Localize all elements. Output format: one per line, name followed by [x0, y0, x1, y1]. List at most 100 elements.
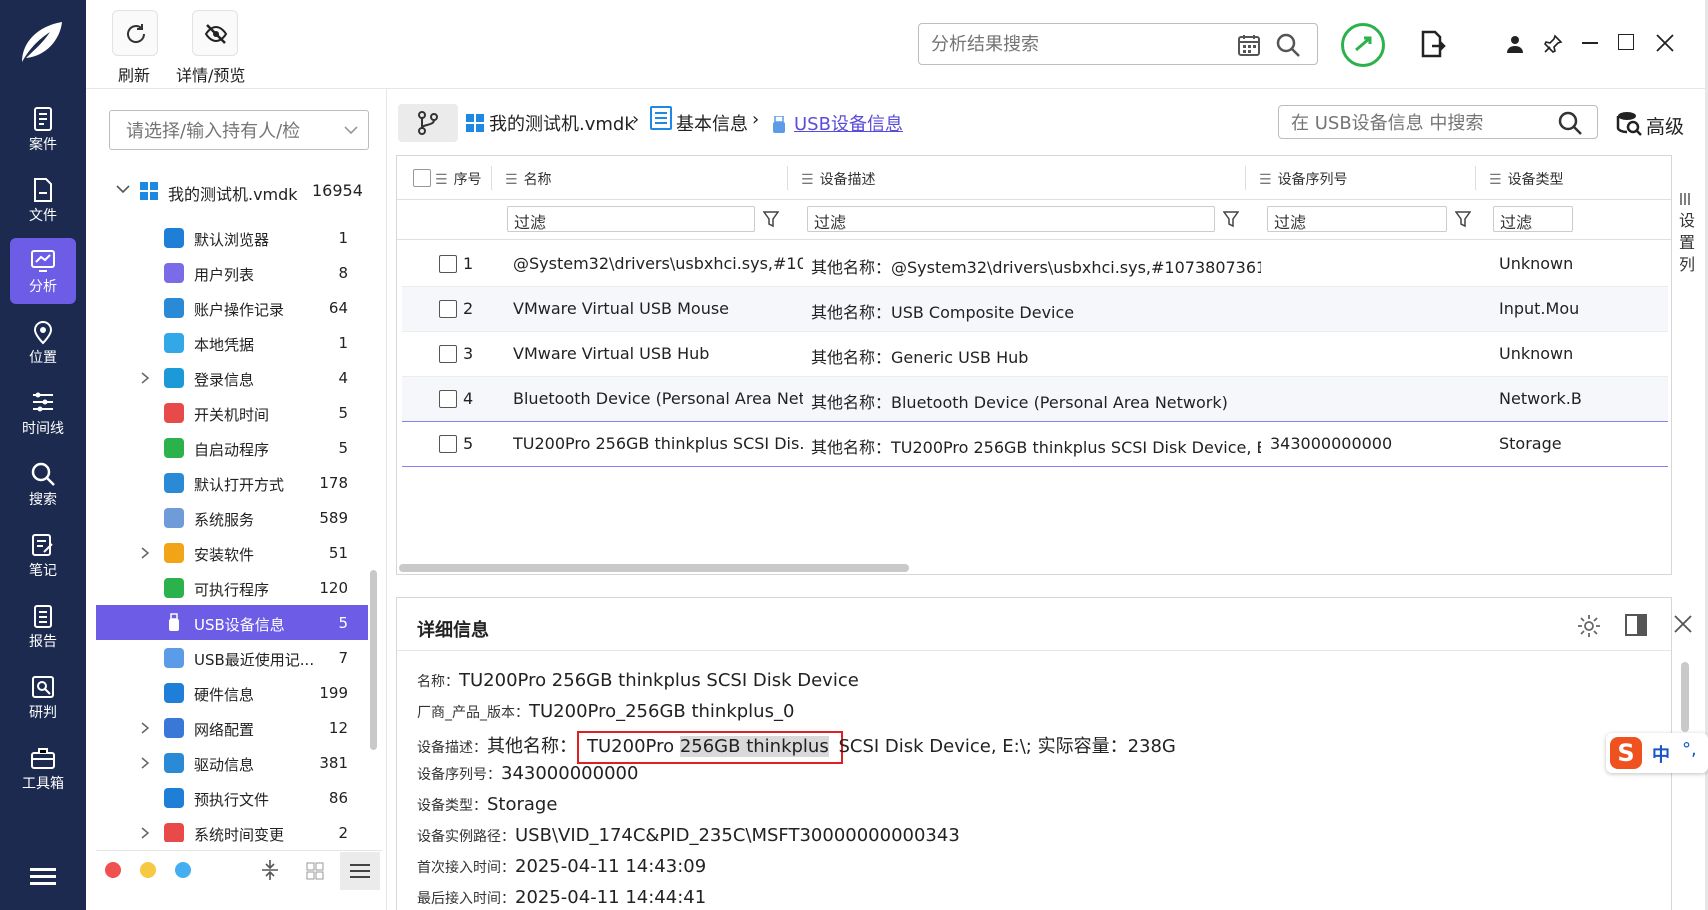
select-all-checkbox[interactable]	[413, 169, 431, 187]
column-header[interactable]: ☰ 设备序列号	[1259, 156, 1348, 200]
refresh-button[interactable]	[112, 10, 158, 56]
tree-item[interactable]: USB设备信息 5	[96, 605, 368, 640]
tree-item[interactable]: 登录信息 4	[96, 360, 368, 395]
collapse-icon[interactable]	[260, 858, 280, 882]
row-checkbox[interactable]	[439, 300, 457, 318]
breadcrumb-disk[interactable]: 我的测试机.vmdk	[489, 110, 635, 136]
minimize-icon[interactable]	[1582, 42, 1598, 44]
table-row[interactable]: 4 Bluetooth Device (Personal Area Net... 其…	[402, 377, 1668, 422]
search-icon[interactable]	[1275, 32, 1301, 58]
tree-item[interactable]: 预执行文件 86	[96, 780, 368, 815]
column-divider[interactable]	[787, 166, 788, 190]
row-checkbox[interactable]	[439, 435, 457, 453]
column-filter-input[interactable]: 过滤	[1267, 206, 1447, 232]
tree-item[interactable]: 用户列表 8	[96, 255, 368, 290]
tree-item[interactable]: 系统时间变更 2	[96, 815, 368, 842]
chevron-right-icon[interactable]	[140, 757, 150, 769]
close-icon[interactable]	[1656, 34, 1674, 52]
nav-item-toolbox[interactable]: 工具箱	[10, 735, 76, 801]
split-panel-icon[interactable]	[1625, 614, 1647, 636]
calendar-icon[interactable]	[1237, 33, 1261, 57]
column-divider[interactable]	[1245, 166, 1246, 190]
table-row[interactable]: 1 @System32\drivers\usbxhci.sys,#10... 其他名…	[402, 242, 1668, 287]
table-search-box[interactable]	[1278, 105, 1598, 139]
breadcrumb-current[interactable]: USB设备信息	[794, 110, 903, 136]
result-search-box[interactable]	[918, 23, 1318, 65]
grid-view-icon[interactable]	[306, 862, 324, 880]
nav-item-report[interactable]: 报告	[10, 593, 76, 659]
tree-item[interactable]: USB最近使用记... 7	[96, 640, 368, 675]
advanced-button[interactable]: 高级	[1646, 112, 1684, 139]
blue-dot-icon[interactable]	[175, 862, 191, 878]
tree-item[interactable]: 驱动信息 381	[96, 745, 368, 780]
column-filter-input[interactable]: 过滤	[1493, 206, 1573, 232]
tree-item[interactable]: 本地凭据 1	[96, 325, 368, 360]
tree-item[interactable]: 自启动程序 5	[96, 430, 368, 465]
chevron-down-icon[interactable]	[116, 184, 130, 194]
menu-icon[interactable]	[30, 866, 56, 886]
yellow-dot-icon[interactable]	[140, 862, 156, 878]
tree-item[interactable]: 开关机时间 5	[96, 395, 368, 430]
column-filter-input[interactable]: 过滤	[807, 206, 1215, 232]
user-icon[interactable]	[1506, 34, 1524, 54]
owner-select-input[interactable]	[126, 119, 336, 143]
tree-root[interactable]: 我的测试机.vmdk 16954	[112, 178, 382, 208]
row-checkbox[interactable]	[439, 345, 457, 363]
nav-item-file[interactable]: 文件	[10, 167, 76, 233]
nav-item-judge[interactable]: 研判	[10, 664, 76, 730]
table-row[interactable]: 5 TU200Pro 256GB thinkplus SCSI Dis... 其他名…	[402, 422, 1668, 467]
chevron-right-icon[interactable]	[140, 372, 150, 384]
tree-item[interactable]: 安装软件 51	[96, 535, 368, 570]
gear-icon[interactable]	[1577, 614, 1601, 638]
nav-item-note[interactable]: 笔记	[10, 522, 76, 588]
table-search-input[interactable]	[1291, 111, 1551, 135]
chevron-right-icon[interactable]	[140, 722, 150, 734]
detail-preview-button[interactable]	[192, 10, 238, 56]
tree-item[interactable]: 系统服务 589	[96, 500, 368, 535]
result-search-input[interactable]	[931, 32, 1231, 56]
branch-button[interactable]	[398, 104, 458, 142]
nav-item-analysis[interactable]: 分析	[10, 238, 76, 304]
column-header[interactable]: ☰ 序号	[435, 156, 482, 200]
nav-item-timeline[interactable]: 时间线	[10, 380, 76, 446]
table-row[interactable]: 3 VMware Virtual USB Hub 其他名称：Generic USB …	[402, 332, 1668, 377]
chevron-right-icon[interactable]	[140, 827, 150, 839]
column-divider[interactable]	[491, 166, 492, 190]
red-dot-icon[interactable]	[105, 862, 121, 878]
column-filter-input[interactable]: 过滤	[507, 206, 755, 232]
owner-select[interactable]	[109, 110, 369, 150]
tree-item[interactable]: 可执行程序 120	[96, 570, 368, 605]
tree-item[interactable]: 账户操作记录 64	[96, 290, 368, 325]
column-header[interactable]: ☰ 设备描述	[801, 156, 876, 200]
table-h-scrollbar[interactable]	[399, 564, 909, 572]
row-checkbox[interactable]	[439, 255, 457, 273]
advanced-search-icon[interactable]	[1616, 110, 1642, 136]
filter-icon[interactable]	[1455, 210, 1471, 228]
column-header[interactable]: ☰ 设备类型	[1489, 156, 1564, 200]
breadcrumb-basic[interactable]: 基本信息	[676, 110, 748, 136]
maximize-icon[interactable]	[1618, 34, 1634, 50]
export-icon[interactable]	[1420, 30, 1446, 58]
tree-item[interactable]: 网络配置 12	[96, 710, 368, 745]
tree-item[interactable]: 默认打开方式 178	[96, 465, 368, 500]
shield-status-icon[interactable]	[1341, 23, 1385, 67]
search-icon[interactable]	[1557, 110, 1583, 136]
column-divider[interactable]	[1475, 166, 1476, 190]
nav-item-case[interactable]: 案件	[10, 96, 76, 162]
sidebar-scrollbar[interactable]	[370, 570, 377, 750]
column-settings[interactable]: 设置列	[1679, 192, 1695, 276]
filter-icon[interactable]	[763, 210, 779, 228]
nav-item-location[interactable]: 位置	[10, 309, 76, 375]
row-checkbox[interactable]	[439, 390, 457, 408]
filter-icon[interactable]	[1223, 210, 1239, 228]
tree-item[interactable]: 硬件信息 199	[96, 675, 368, 710]
ime-indicator[interactable]: S 中 °,	[1606, 733, 1708, 773]
column-header[interactable]: ☰ 名称	[505, 156, 552, 200]
detail-scrollbar[interactable]	[1681, 662, 1689, 732]
chevron-right-icon[interactable]	[140, 547, 150, 559]
list-view-button[interactable]	[340, 852, 380, 890]
close-icon[interactable]	[1673, 614, 1693, 634]
tree-item[interactable]: 默认浏览器 1	[96, 220, 368, 255]
pin-icon[interactable]	[1543, 34, 1563, 54]
table-row[interactable]: 2 VMware Virtual USB Mouse 其他名称：USB Compos…	[402, 287, 1668, 332]
